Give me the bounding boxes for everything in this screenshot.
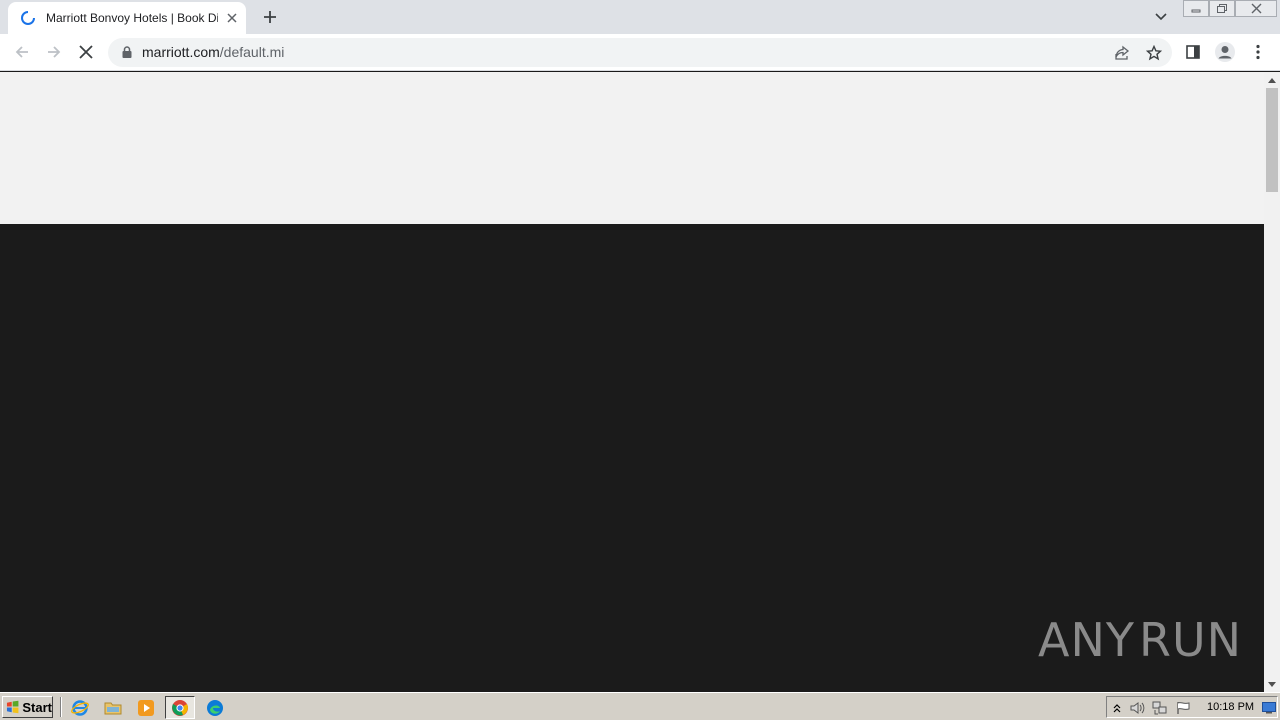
watermark-text-left: ANY (1038, 613, 1135, 667)
chevron-down-icon (1155, 13, 1167, 21)
stop-loading-button[interactable] (74, 40, 98, 64)
window-controls (1183, 0, 1277, 17)
close-icon (1251, 3, 1261, 14)
url-path: /default.mi (219, 44, 285, 60)
scroll-down-button[interactable] (1264, 676, 1280, 692)
back-button[interactable] (10, 40, 34, 64)
minimize-icon (1191, 9, 1201, 12)
forward-button[interactable] (42, 40, 66, 64)
triangle-up-icon (1268, 77, 1276, 83)
side-panel-button[interactable] (1181, 40, 1205, 64)
menu-button[interactable] (1246, 40, 1270, 64)
plus-icon (264, 11, 276, 23)
url-host: marriott.com (142, 44, 220, 60)
start-label: Start (22, 699, 52, 715)
volume-tray-button[interactable] (1129, 700, 1145, 716)
tab-marriott[interactable]: Marriott Bonvoy Hotels | Book Direct (8, 2, 246, 34)
tab-strip: Marriott Bonvoy Hotels | Book Direct (0, 0, 1280, 34)
share-icon (1115, 45, 1130, 60)
chrome-taskbar-button[interactable] (165, 696, 195, 719)
tab-close-icon[interactable] (224, 10, 240, 26)
close-icon (79, 45, 93, 59)
close-window-button[interactable] (1235, 0, 1277, 17)
triangle-down-icon (1268, 681, 1276, 687)
taskbar-separator (60, 697, 62, 717)
anyrun-watermark: ANY RUN (1038, 608, 1241, 672)
edge-icon (207, 700, 223, 716)
new-tab-button[interactable] (259, 6, 281, 28)
more-vert-icon (1256, 44, 1260, 60)
tab-title: Marriott Bonvoy Hotels | Book Direct (46, 11, 218, 25)
profile-button[interactable] (1213, 40, 1237, 64)
show-desktop-button[interactable] (1261, 700, 1277, 716)
avatar-icon (1215, 42, 1235, 62)
system-tray: 10:18 PM (1106, 696, 1278, 718)
network-icon (1152, 701, 1167, 715)
action-center-tray-button[interactable] (1176, 700, 1192, 716)
share-button[interactable] (1111, 42, 1133, 64)
browser-toolbar: marriott.com/default.mi (0, 34, 1280, 71)
address-bar[interactable]: marriott.com/default.mi (108, 38, 1172, 67)
loading-spinner-icon (21, 11, 35, 25)
side-panel-icon (1186, 45, 1200, 59)
folder-icon (104, 702, 122, 715)
taskbar-clock[interactable]: 10:18 PM (1207, 701, 1254, 713)
chrome-icon (172, 699, 188, 716)
start-button[interactable]: Start (2, 696, 53, 718)
file-explorer-launcher[interactable] (102, 697, 124, 719)
chevron-up-icon (1113, 704, 1121, 713)
desktop-icon (1262, 702, 1276, 714)
scrollbar-thumb[interactable] (1266, 88, 1278, 192)
minimize-button[interactable] (1183, 0, 1209, 17)
tab-search-button[interactable] (1150, 6, 1172, 28)
flag-icon (1177, 702, 1190, 714)
page-scrollbar[interactable] (1264, 72, 1280, 692)
speaker-icon (1130, 702, 1145, 714)
bookmark-button[interactable] (1143, 42, 1165, 64)
windows-logo-icon (6, 700, 19, 714)
lock-icon[interactable] (120, 45, 134, 59)
network-tray-button[interactable] (1152, 700, 1168, 716)
restore-button[interactable] (1209, 0, 1235, 17)
media-player-icon (138, 700, 154, 716)
edge-launcher[interactable] (204, 697, 226, 719)
page-header-area (0, 72, 1264, 224)
windows-taskbar: Start 10:18 PM (0, 692, 1280, 720)
arrow-right-icon (48, 46, 61, 58)
arrow-left-icon (15, 46, 28, 58)
internet-explorer-icon (71, 700, 89, 716)
watermark-text-right: RUN (1138, 613, 1243, 667)
scroll-up-button[interactable] (1264, 72, 1280, 88)
internet-explorer-launcher[interactable] (69, 697, 91, 719)
restore-icon (1217, 4, 1227, 13)
show-hidden-icons-button[interactable] (1109, 700, 1125, 716)
media-player-launcher[interactable] (135, 697, 157, 719)
star-icon (1146, 45, 1162, 61)
url-text[interactable]: marriott.com/default.mi (142, 44, 284, 60)
